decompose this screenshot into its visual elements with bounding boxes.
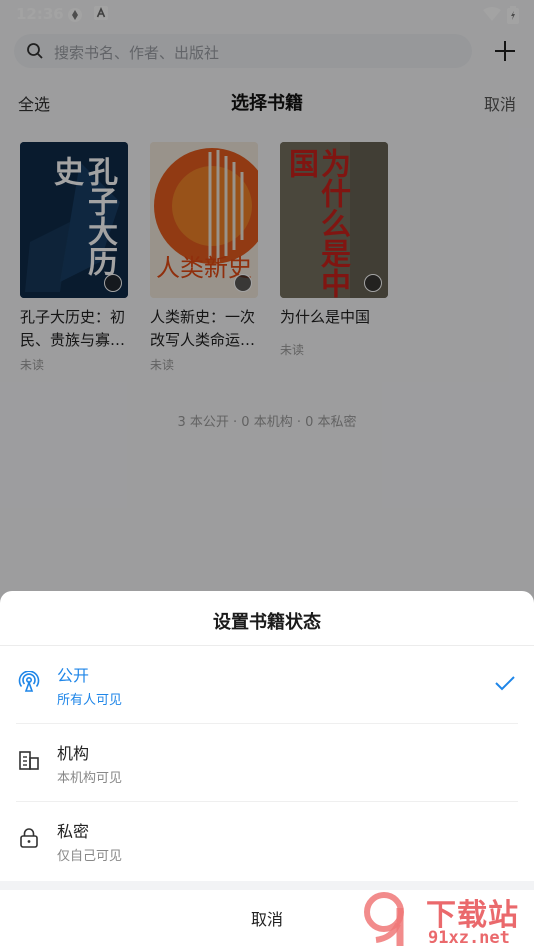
option-sub: 本机构可见 xyxy=(57,771,123,786)
option-institution[interactable]: 机构 本机构可见 xyxy=(0,724,534,802)
watermark-logo: 下载站 91xz.net xyxy=(362,888,534,950)
option-public[interactable]: 公开 所有人可见 xyxy=(0,646,534,724)
lock-icon xyxy=(20,828,38,848)
option-sub: 所有人可见 xyxy=(57,693,123,708)
option-private[interactable]: 私密 仅自己可见 xyxy=(0,802,534,880)
option-label: 机构 xyxy=(57,744,90,763)
broadcast-icon xyxy=(18,671,40,692)
building-icon xyxy=(19,751,39,770)
watermark-url: 91xz.net xyxy=(428,928,510,948)
watermark-nine-one-icon xyxy=(364,892,404,946)
selected-check-icon xyxy=(495,676,515,691)
option-label: 公开 xyxy=(57,666,90,685)
option-sub: 仅自己可见 xyxy=(57,849,123,864)
sheet-title: 设置书籍状态 xyxy=(213,612,321,633)
option-label: 私密 xyxy=(57,822,90,841)
